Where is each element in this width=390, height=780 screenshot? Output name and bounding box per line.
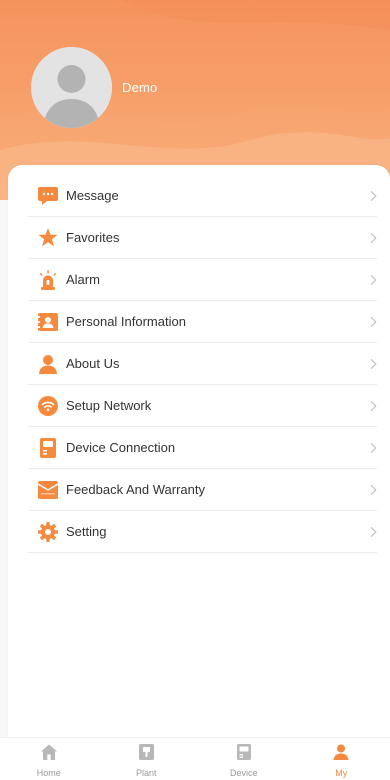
menu-list: Message Favorites Alarm Personal Informa… <box>28 175 377 553</box>
menu-item-about-us[interactable]: About Us <box>28 343 377 385</box>
alarm-icon <box>38 269 58 290</box>
avatar[interactable] <box>31 47 112 128</box>
tab-home[interactable]: Home <box>0 738 98 780</box>
tab-device[interactable]: Device <box>195 738 293 780</box>
menu-item-setting[interactable]: Setting <box>28 511 377 553</box>
home-icon <box>40 744 57 765</box>
chevron-right-icon <box>366 526 377 537</box>
chevron-right-icon <box>366 400 377 411</box>
plant-icon <box>138 744 154 765</box>
menu-card: Message Favorites Alarm Personal Informa… <box>8 165 390 745</box>
menu-item-message[interactable]: Message <box>28 175 377 217</box>
menu-item-setup-network[interactable]: Setup Network <box>28 385 377 427</box>
menu-item-label: Feedback And Warranty <box>66 482 205 497</box>
menu-item-feedback-warranty[interactable]: Feedback And Warranty <box>28 469 377 511</box>
device-tab-icon <box>236 744 251 765</box>
default-avatar-icon <box>31 47 112 128</box>
wifi-icon <box>38 395 58 416</box>
menu-item-label: Setting <box>66 524 107 539</box>
person-icon <box>38 354 58 374</box>
id-card-icon <box>38 312 58 332</box>
chevron-right-icon <box>366 442 377 453</box>
gear-icon <box>38 521 58 542</box>
message-icon <box>38 186 58 206</box>
menu-item-label: Personal Information <box>66 314 186 329</box>
menu-item-label: Setup Network <box>66 398 152 413</box>
tab-label: My <box>335 768 348 778</box>
star-icon <box>38 228 58 248</box>
chevron-right-icon <box>366 190 377 201</box>
chevron-right-icon <box>366 316 377 327</box>
feedback-icon <box>38 480 58 500</box>
tab-label: Plant <box>135 768 157 778</box>
device-icon <box>38 437 58 458</box>
menu-item-alarm[interactable]: Alarm <box>28 259 377 301</box>
menu-item-favorites[interactable]: Favorites <box>28 217 377 259</box>
menu-item-label: Favorites <box>66 230 120 245</box>
menu-item-personal-information[interactable]: Personal Information <box>28 301 377 343</box>
chevron-right-icon <box>366 232 377 243</box>
tab-label: Home <box>36 768 61 778</box>
menu-item-label: Message <box>66 188 119 203</box>
user-icon <box>333 744 349 765</box>
my-page: Demo Message Favorites Alarm Personal In… <box>0 0 390 780</box>
chevron-right-icon <box>366 274 377 285</box>
tab-plant[interactable]: Plant <box>98 738 196 780</box>
menu-item-label: Alarm <box>66 272 100 287</box>
tab-my[interactable]: My <box>293 738 390 780</box>
menu-item-device-connection[interactable]: Device Connection <box>28 427 377 469</box>
chevron-right-icon <box>366 484 377 495</box>
bottom-tab-bar: Home Plant Device My <box>0 737 390 780</box>
tab-label: Device <box>229 768 258 778</box>
menu-item-label: Device Connection <box>66 440 176 455</box>
user-name[interactable]: Demo <box>122 80 157 95</box>
menu-item-label: About Us <box>66 356 120 371</box>
chevron-right-icon <box>366 358 377 369</box>
